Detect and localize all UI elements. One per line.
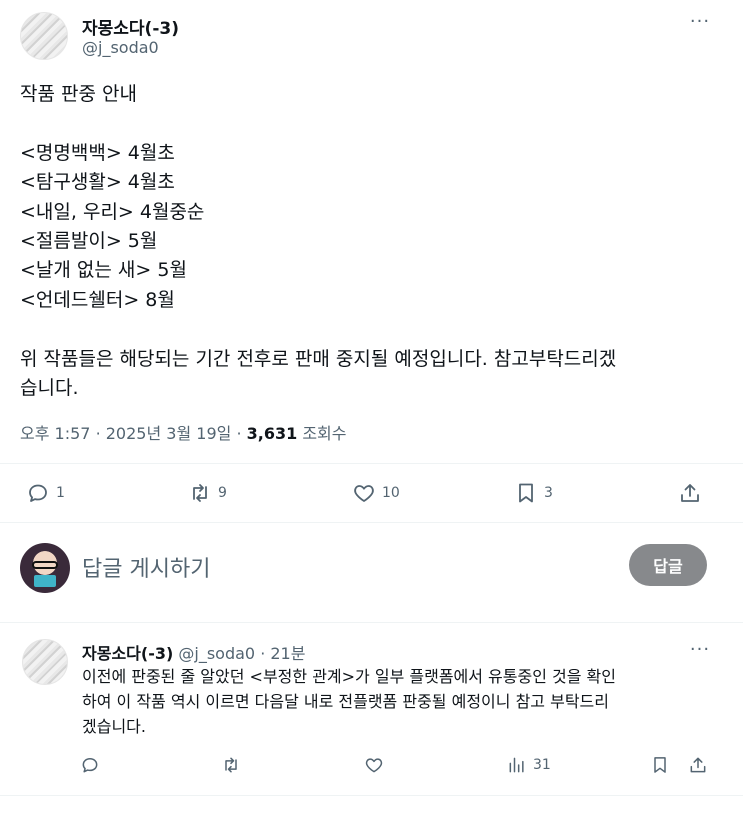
view-count: 3,631 xyxy=(246,424,298,443)
tweet-line: <날개 없는 새> 5월 xyxy=(20,259,187,282)
tweet-line: 습니다. xyxy=(20,377,79,400)
tweet-line: 작품 판중 안내 xyxy=(20,83,137,105)
reply-bookmark-button[interactable] xyxy=(650,755,670,775)
reply-like-button[interactable] xyxy=(364,755,384,775)
book-icon xyxy=(34,575,56,587)
share-icon xyxy=(690,757,706,773)
reply-time[interactable]: · 21분 xyxy=(260,644,305,663)
author-handle[interactable]: @j_soda0 xyxy=(82,38,159,57)
bookmark-button[interactable]: 3 xyxy=(514,481,553,505)
heart-icon xyxy=(365,758,383,773)
views-icon xyxy=(509,757,524,773)
reply-input[interactable]: 답글 게시하기 xyxy=(82,551,210,583)
bookmark-count: 3 xyxy=(544,485,553,501)
share-button[interactable] xyxy=(678,481,702,505)
like-button[interactable]: 10 xyxy=(352,481,400,505)
reply-views-button[interactable]: 31 xyxy=(507,755,551,775)
tweet-time[interactable]: 오후 1:57 xyxy=(20,424,90,443)
tweet-line: <절름발이> 5월 xyxy=(20,230,158,253)
retweet-button[interactable]: 9 xyxy=(188,481,227,505)
current-user-avatar[interactable] xyxy=(20,543,70,593)
meta-separator: · xyxy=(95,424,101,443)
divider xyxy=(0,463,743,464)
reply-retweet-button[interactable] xyxy=(221,755,241,775)
reply-share-button[interactable] xyxy=(688,755,708,775)
reply-more-options-button[interactable]: ··· xyxy=(688,641,712,664)
reply-icon xyxy=(82,758,98,773)
reply-button[interactable]: 1 xyxy=(26,481,65,505)
reply-text: 이전에 판중된 줄 알았던 <부정한 관계>가 일부 플랫폼에서 유통중인 것을… xyxy=(82,664,722,739)
reply-header: 자몽소다(-3) @j_soda0 · 21분 xyxy=(82,640,305,664)
bookmark-icon xyxy=(654,757,666,773)
reply-reply-button[interactable] xyxy=(80,755,100,775)
tweet-text: 작품 판중 안내 <명명백백> 4월초 <탐구생활> 4월초 <내일, 우리> … xyxy=(20,80,720,403)
author-name[interactable]: 자몽소다(-3) xyxy=(82,14,179,39)
divider xyxy=(0,522,743,523)
retweet-icon xyxy=(225,757,237,773)
glasses-icon xyxy=(32,561,58,569)
author-avatar[interactable] xyxy=(20,12,68,60)
reply-count: 1 xyxy=(56,485,65,501)
retweet-count: 9 xyxy=(218,485,227,501)
reply-author-avatar[interactable] xyxy=(22,639,68,685)
share-icon xyxy=(681,484,699,502)
tweet-line: <내일, 우리> 4월중순 xyxy=(20,200,205,223)
tweet-line: <언데드쉘터> 8월 xyxy=(20,288,175,311)
reply-author-handle[interactable]: @j_soda0 xyxy=(178,644,255,663)
divider xyxy=(0,795,743,796)
view-count-label: 조회수 xyxy=(302,424,347,443)
reply-submit-button[interactable]: 답글 xyxy=(629,544,707,586)
reply-author-name[interactable]: 자몽소다(-3) xyxy=(82,644,173,663)
tweet-line xyxy=(20,109,720,138)
more-options-button[interactable]: ··· xyxy=(688,13,712,36)
reply-icon xyxy=(29,484,47,502)
divider xyxy=(0,622,743,623)
reply-line: 이전에 판중된 줄 알았던 <부정한 관계>가 일부 플랫폼에서 유통중인 것을… xyxy=(82,667,616,686)
bookmark-icon xyxy=(519,483,533,503)
retweet-icon xyxy=(193,484,207,502)
tweet-meta: 오후 1:57 · 2025년 3월 19일 · 3,631 조회수 xyxy=(20,420,347,444)
meta-separator: · xyxy=(236,424,242,443)
reply-line: 하여 이 작품 역시 이르면 다음달 내로 전플랫폼 판중될 예정이니 참고 부… xyxy=(82,692,609,711)
tweet-date[interactable]: 2025년 3월 19일 xyxy=(106,424,232,443)
tweet-line xyxy=(20,315,720,344)
reply-view-count: 31 xyxy=(533,757,551,773)
tweet-line: 위 작품들은 해당되는 기간 전후로 판매 중지될 예정입니다. 참고부탁드리겠 xyxy=(20,347,617,370)
tweet-line: <명명백백> 4월초 xyxy=(20,141,175,164)
reply-line: 겠습니다. xyxy=(82,717,146,736)
heart-icon xyxy=(354,485,374,502)
like-count: 10 xyxy=(382,485,400,501)
tweet-line: <탐구생활> 4월초 xyxy=(20,171,175,194)
